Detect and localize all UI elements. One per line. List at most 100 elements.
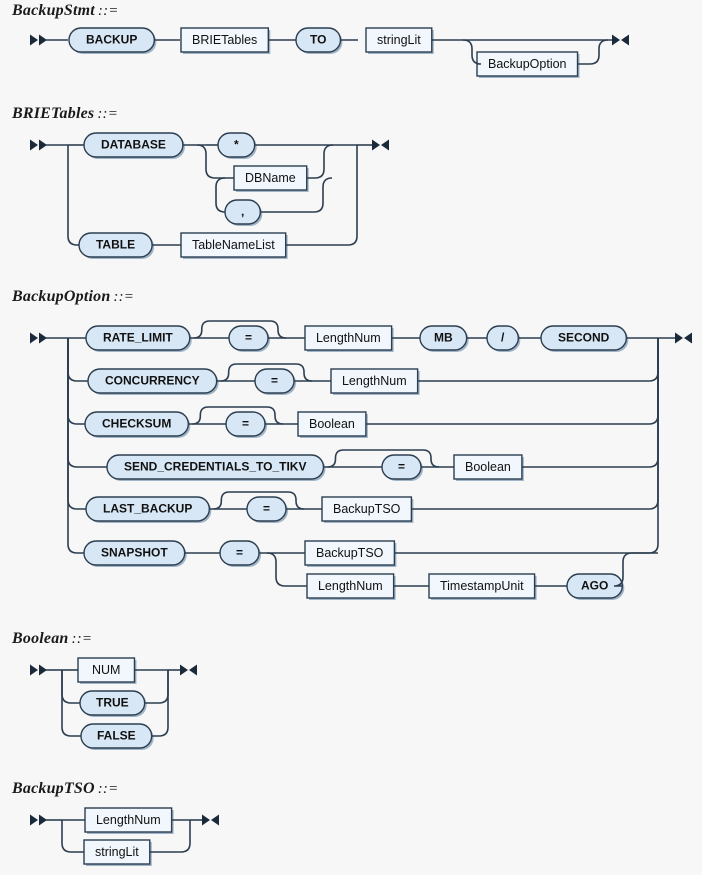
- railroad-backupstmt: BACKUP BRIETables TO stringLit BackupOption: [30, 27, 629, 78]
- node-label: BackupTSO: [316, 546, 384, 560]
- nonterminal-node-lengthnum: LengthNum: [304, 325, 394, 352]
- railroad-diagram-sheet: BackupStmt::= BRIETables::= BackupOption::…: [0, 0, 702, 870]
- node-label: RATE_LIMIT: [103, 331, 173, 345]
- node-label: DATABASE: [101, 138, 166, 152]
- keyword-node-second: SECOND: [540, 325, 629, 352]
- nonterminal-node-backupoption: BackupOption: [476, 51, 580, 78]
- node-label: =: [263, 502, 270, 516]
- keyword-node-: *: [217, 132, 257, 159]
- node-label: =: [398, 460, 405, 474]
- keyword-node-: =: [225, 411, 268, 438]
- node-label: DBName: [245, 171, 296, 185]
- railroad-boolean: NUM TRUE FALSE: [30, 657, 197, 750]
- start-marker-icon: [30, 664, 47, 676]
- node-label: =: [245, 331, 252, 345]
- rule-name: BRIETables: [12, 105, 95, 122]
- node-label: LengthNum: [342, 374, 407, 388]
- keyword-node-to: TO: [295, 27, 343, 54]
- keyword-node-last-backup: LAST_BACKUP: [85, 496, 212, 523]
- nonterminal-node-timestampunit: TimestampUnit: [428, 573, 537, 600]
- nonterminal-node-lengthnum: LengthNum: [330, 368, 420, 395]
- nonterminal-node-boolean: Boolean: [453, 454, 524, 481]
- rule-name: BackupTSO: [12, 780, 95, 797]
- node-label: *: [234, 138, 239, 152]
- keyword-node-: =: [219, 540, 262, 567]
- keyword-node-: /: [486, 325, 521, 352]
- assign-symbol: ::=: [113, 289, 135, 305]
- railroad-backuptso: LengthNum stringLit: [30, 807, 219, 866]
- nonterminal-node-lengthnum: LengthNum: [84, 807, 174, 834]
- node-label: NUM: [92, 663, 120, 677]
- keyword-node-true: TRUE: [79, 690, 147, 717]
- rule-title-boolean: Boolean::=: [12, 630, 92, 648]
- node-label: =: [236, 546, 243, 560]
- end-marker-icon: [202, 814, 219, 826]
- node-label: BackupTSO: [333, 502, 401, 516]
- start-marker-icon: [30, 814, 47, 826]
- rule-title-backupstmt: BackupStmt::=: [12, 2, 119, 20]
- assign-symbol: ::=: [71, 631, 93, 647]
- nonterminal-node-backuptso: BackupTSO: [304, 540, 397, 567]
- rule-name: Boolean: [12, 630, 69, 647]
- node-label: stringLit: [377, 33, 421, 47]
- node-label: Boolean: [465, 460, 511, 474]
- keyword-node-: =: [254, 368, 297, 395]
- nonterminal-node-stringlit: stringLit: [365, 27, 434, 54]
- keyword-node-backup: BACKUP: [68, 27, 157, 54]
- node-label: LAST_BACKUP: [103, 502, 192, 516]
- end-marker-icon: [675, 332, 692, 344]
- node-label: TRUE: [96, 696, 129, 710]
- start-marker-icon: [30, 139, 47, 151]
- node-label: =: [242, 417, 249, 431]
- keyword-node-database: DATABASE: [83, 132, 185, 159]
- node-label: ,: [241, 205, 244, 219]
- rule-title-backuptso: BackupTSO::=: [12, 780, 118, 798]
- node-label: LengthNum: [96, 813, 161, 827]
- keyword-node-: =: [246, 496, 289, 523]
- node-label: MB: [434, 331, 453, 345]
- start-marker-icon: [30, 34, 47, 46]
- nonterminal-node-brietables: BRIETables: [180, 27, 271, 54]
- node-label: CHECKSUM: [102, 417, 171, 431]
- node-label: SNAPSHOT: [101, 546, 168, 560]
- nonterminal-node-stringlit: stringLit: [83, 839, 152, 866]
- nonterminal-node-backuptso: BackupTSO: [321, 496, 414, 523]
- keyword-node-checksum: CHECKSUM: [84, 411, 191, 438]
- node-label: TimestampUnit: [440, 579, 524, 593]
- keyword-node-mb: MB: [419, 325, 469, 352]
- assign-symbol: ::=: [97, 3, 119, 19]
- keyword-node-rate-limit: RATE_LIMIT: [85, 325, 192, 352]
- nonterminal-node-num: NUM: [77, 657, 137, 684]
- keyword-node-concurrency: CONCURRENCY: [87, 368, 219, 395]
- end-marker-icon: [612, 34, 629, 46]
- keyword-node-: =: [381, 454, 424, 481]
- node-label: BackupOption: [488, 57, 567, 71]
- node-label: LengthNum: [316, 331, 381, 345]
- node-label: TableNameList: [192, 238, 275, 252]
- end-marker-icon: [372, 139, 389, 151]
- keyword-node-false: FALSE: [80, 723, 154, 750]
- node-label: SECOND: [558, 331, 610, 345]
- node-label: BRIETables: [192, 33, 257, 47]
- rule-name: BackupOption: [12, 288, 111, 305]
- node-label: Boolean: [309, 417, 355, 431]
- node-label: CONCURRENCY: [105, 374, 200, 388]
- rule-title-brietables: BRIETables::=: [12, 105, 118, 123]
- keyword-node-: =: [228, 325, 271, 352]
- nonterminal-node-dbname: DBName: [233, 165, 309, 192]
- end-marker-icon: [180, 664, 197, 676]
- keyword-node-send-credentials-to-tikv: SEND_CREDENTIALS_TO_TIKV: [106, 454, 326, 481]
- rule-title-backupoption: BackupOption::=: [12, 288, 134, 306]
- keyword-node-table: TABLE: [78, 232, 155, 259]
- nonterminal-node-tablenamelist: TableNameList: [180, 232, 288, 259]
- node-label: AGO: [581, 579, 608, 593]
- keyword-node-snapshot: SNAPSHOT: [83, 540, 187, 567]
- node-label: FALSE: [97, 729, 136, 743]
- node-label: stringLit: [95, 845, 139, 859]
- keyword-node-ago: AGO: [566, 573, 625, 600]
- assign-symbol: ::=: [97, 106, 119, 122]
- node-label: =: [271, 374, 278, 388]
- rule-name: BackupStmt: [12, 2, 95, 19]
- assign-symbol: ::=: [97, 781, 119, 797]
- node-label: TABLE: [96, 238, 135, 252]
